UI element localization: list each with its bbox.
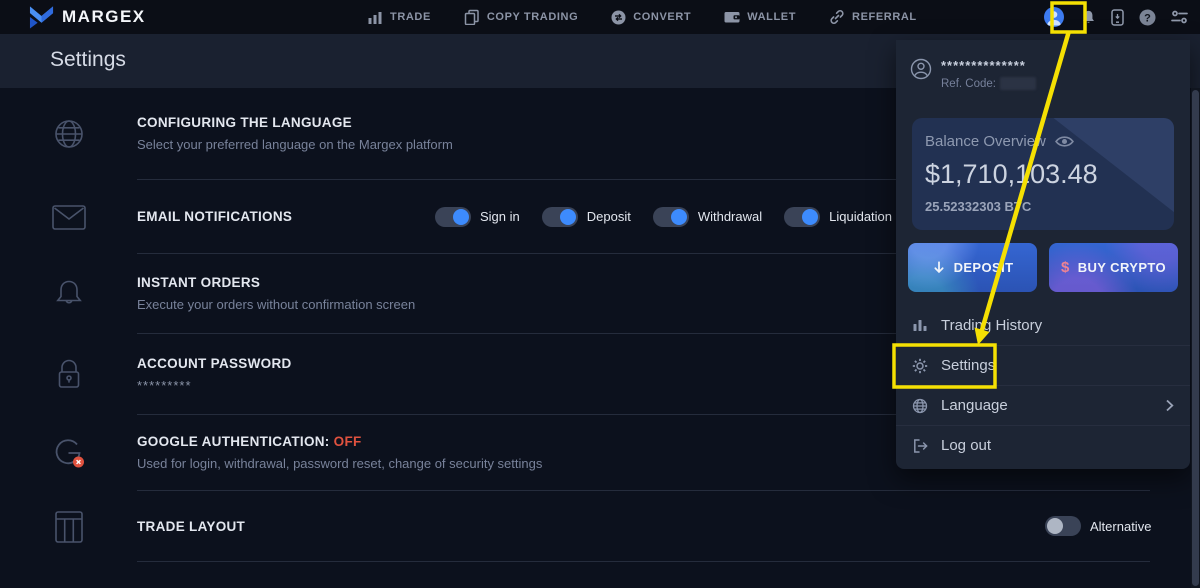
scrollbar-thumb[interactable] xyxy=(1192,90,1199,586)
avatar-outline-icon xyxy=(910,58,932,90)
svg-text:?: ? xyxy=(1144,12,1151,24)
nav-label: WALLET xyxy=(747,11,796,23)
menu-label: Settings xyxy=(941,357,995,374)
nav-right-icons: ? xyxy=(1042,0,1188,34)
nav-item-trade[interactable]: TRADE xyxy=(368,10,431,25)
menu-item-language[interactable]: Language xyxy=(896,385,1190,425)
deposit-label: DEPOSIT xyxy=(954,260,1014,275)
toggle-withdrawal[interactable] xyxy=(653,207,689,227)
gear-icon xyxy=(912,358,928,374)
toggle-liquidation[interactable] xyxy=(784,207,820,227)
bell-icon xyxy=(0,254,137,334)
nav-menu: TRADE COPY TRADING CONVERT xyxy=(368,0,917,34)
menu-item-log-out[interactable]: Log out xyxy=(896,425,1190,465)
link-icon xyxy=(829,9,845,25)
preferences-icon[interactable] xyxy=(1171,9,1188,25)
nav-label: COPY TRADING xyxy=(487,11,578,23)
globe-icon xyxy=(0,88,137,180)
layout-icon xyxy=(0,491,137,562)
globe-small-icon xyxy=(912,398,928,414)
bar-chart-icon xyxy=(368,10,383,25)
top-navbar: MARGEX TRADE COPY TRADING xyxy=(0,0,1200,34)
ref-code-label: Ref. Code: xyxy=(941,78,996,90)
google-auth-icon xyxy=(0,415,137,491)
ref-code-row: Ref. Code: xyxy=(941,77,1036,90)
brand-name: MARGEX xyxy=(62,7,146,27)
toggle-alternative[interactable] xyxy=(1045,516,1081,536)
toggle-label: Deposit xyxy=(587,209,631,224)
nav-label: TRADE xyxy=(390,11,431,23)
chart-icon xyxy=(912,317,928,333)
account-dropdown: ************** Ref. Code: Balance Overvi… xyxy=(896,40,1190,469)
ref-code-redacted xyxy=(1000,77,1036,90)
convert-icon xyxy=(611,10,626,25)
wallet-icon xyxy=(724,9,740,25)
nav-label: CONVERT xyxy=(633,11,691,23)
notifications-bell-icon[interactable] xyxy=(1081,9,1096,25)
buy-crypto-label: BUY CRYPTO xyxy=(1078,260,1166,275)
balance-overview-card: Balance Overview $1,710,103.48 25.523323… xyxy=(912,118,1174,230)
toggle-label: Sign in xyxy=(480,209,520,224)
page-title: Settings xyxy=(50,48,126,72)
toggle-item: Deposit xyxy=(542,207,631,227)
nav-item-convert[interactable]: CONVERT xyxy=(611,10,691,25)
chevron-right-icon xyxy=(1166,399,1174,412)
deposit-button[interactable]: DEPOSIT xyxy=(908,243,1037,292)
menu-item-trading-history[interactable]: Trading History xyxy=(896,305,1190,345)
nav-label: REFERRAL xyxy=(852,11,917,23)
toggle-label: Alternative xyxy=(1090,519,1151,534)
account-header: ************** Ref. Code: xyxy=(910,58,1036,90)
balance-usd: $1,710,103.48 xyxy=(925,159,1161,190)
masked-account: ************** xyxy=(941,58,1036,73)
help-icon[interactable]: ? xyxy=(1139,9,1156,26)
logout-icon xyxy=(912,438,928,454)
status-badge: OFF xyxy=(334,434,362,449)
mail-icon xyxy=(0,180,137,254)
profile-icon[interactable] xyxy=(1042,6,1066,28)
mobile-app-icon[interactable] xyxy=(1111,9,1124,26)
toggle-sign-in[interactable] xyxy=(435,207,471,227)
nav-item-referral[interactable]: REFERRAL xyxy=(829,9,917,25)
email-toggle-group: Sign in Deposit Withdrawal Liquidation S xyxy=(435,180,968,253)
toggle-deposit[interactable] xyxy=(542,207,578,227)
menu-label: Language xyxy=(941,397,1008,414)
dropdown-menu: Trading History Settings Language xyxy=(896,305,1190,465)
menu-label: Log out xyxy=(941,437,991,454)
row-title-text: GOOGLE AUTHENTICATION: xyxy=(137,434,330,449)
toggle-label: Withdrawal xyxy=(698,209,762,224)
dropdown-action-buttons: DEPOSIT $ BUY CRYPTO xyxy=(908,243,1178,292)
nav-item-wallet[interactable]: WALLET xyxy=(724,9,796,25)
margex-logo-icon xyxy=(29,4,54,30)
margex-logo[interactable]: MARGEX xyxy=(29,4,146,30)
lock-icon xyxy=(0,334,137,415)
toggle-item: Liquidation xyxy=(784,207,892,227)
eye-icon[interactable] xyxy=(1055,135,1074,148)
dollar-icon: $ xyxy=(1061,259,1070,276)
nav-item-copy-trading[interactable]: COPY TRADING xyxy=(464,9,578,25)
menu-label: Trading History xyxy=(941,317,1042,334)
balance-btc: 25.52332303 BTC xyxy=(925,199,1161,214)
trade-layout-toggle-group: Alternative xyxy=(1045,491,1151,561)
toggle-label: Liquidation xyxy=(829,209,892,224)
buy-crypto-button[interactable]: $ BUY CRYPTO xyxy=(1049,243,1178,292)
arrow-down-icon xyxy=(932,260,946,275)
copy-icon xyxy=(464,9,480,25)
scrollbar-track[interactable] xyxy=(1191,88,1200,588)
menu-item-settings[interactable]: Settings xyxy=(896,345,1190,385)
toggle-item: Sign in xyxy=(435,207,520,227)
toggle-item: Withdrawal xyxy=(653,207,762,227)
settings-row-trade-layout: TRADE LAYOUT Alternative xyxy=(0,491,1200,562)
balance-label: Balance Overview xyxy=(925,133,1046,150)
row-title: TRADE LAYOUT xyxy=(137,519,1150,534)
